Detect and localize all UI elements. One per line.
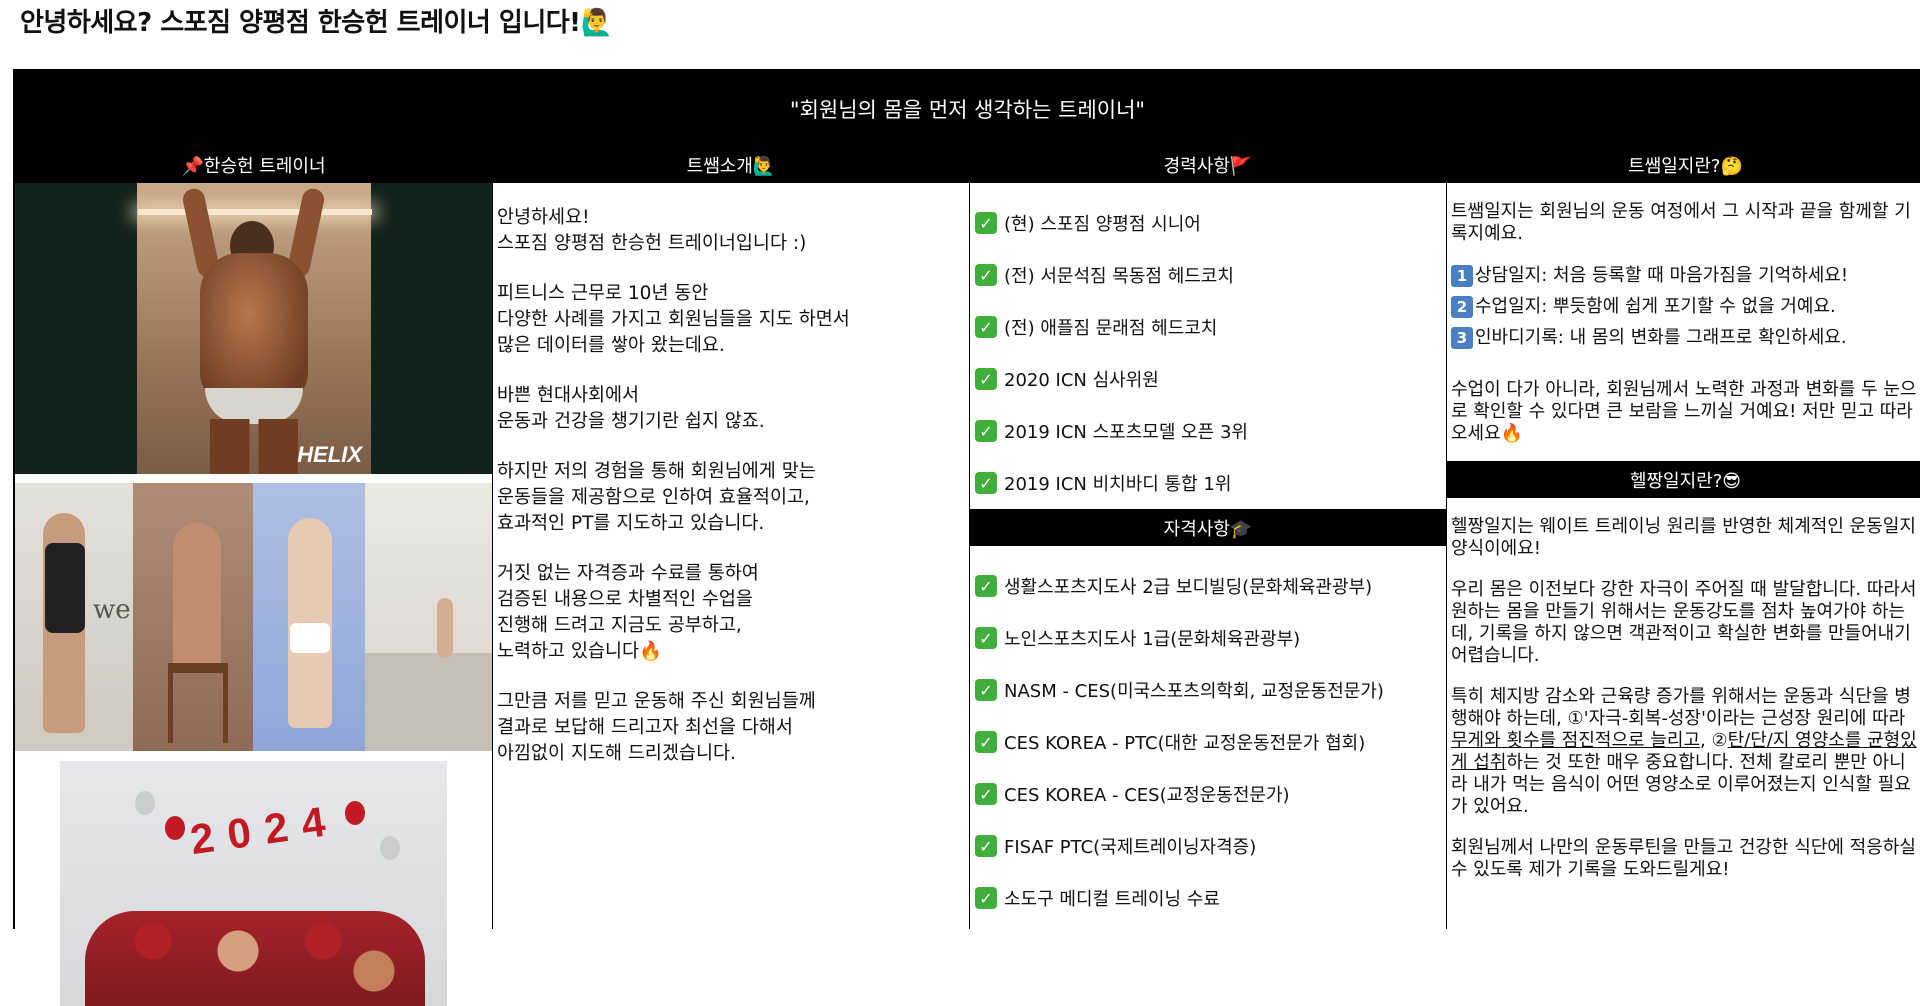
- health-journal-p2: 우리 몸은 이전보다 강한 자극이 주어질 때 발달합니다. 따라서 원하는 몸…: [1451, 579, 1917, 666]
- journal-item: 2 수업일지: 뿌듯함에 쉽게 포기할 수 없을 거예요.: [1451, 296, 1919, 318]
- certificates-list: ✓ 생활스포츠지도사 2급 보디빌딩(문화체육관광부) ✓ 노인스포츠지도사 1급(문…: [970, 546, 1446, 924]
- client-photos: we: [15, 483, 492, 751]
- certificate-item: ✓ CES KOREA - PTC(대한 교정운동전문가 협회): [975, 716, 1446, 768]
- certificate-item: ✓ NASM - CES(미국스포츠의학회, 교정운동전문가): [975, 664, 1446, 716]
- health-journal-p1: 헬짱일지는 웨이트 트레이닝 원리를 반영한 체계적인 운동일지 양식이에요!: [1451, 516, 1916, 559]
- intro-paragraph: 피트니스 근무로 10년 동안 다양한 사례를 가지고 회원님들을 지도 하면서 많…: [497, 283, 850, 356]
- journal-column: 트쌤일지란?🤔 트쌤일지는 회원님의 운동 여정에서 그 시작과 끝을 함께할 …: [1446, 146, 1920, 929]
- trainer-journal-header: 트쌤일지란?🤔: [1447, 146, 1920, 183]
- check-icon: ✓: [975, 679, 997, 701]
- journal-item: 1 상담일지: 처음 등록할 때 마음가짐을 기억하세요!: [1451, 265, 1919, 287]
- check-icon: ✓: [975, 472, 997, 494]
- trainer-photo-column: 📌한승헌 트레이너 HELIX we 2024: [15, 146, 492, 1006]
- career-item: ✓ (전) 서문석짐 목동점 헤드코치: [975, 249, 1446, 301]
- career-item: ✓ 2019 ICN 스포츠모델 오픈 3위: [975, 405, 1446, 457]
- number-badge-icon: 2: [1451, 296, 1473, 318]
- motto-banner: "회원님의 몸을 먼저 생각하는 트레이너": [15, 71, 1920, 146]
- health-journal-p3: 특히 체지방 감소와 근육량 증가를 위해서는 운동과 식단을 병행해야 하는데…: [1451, 686, 1917, 817]
- certificates-header: 자격사항🎓: [970, 509, 1446, 546]
- career-item: ✓ (전) 애플짐 문래점 헤드코치: [975, 301, 1446, 353]
- group-photo: 2024: [15, 761, 492, 1006]
- intro-paragraph: 거짓 없는 자격증과 수료를 통하여 검증된 내용으로 차별적인 수업을 진행해 드…: [497, 563, 759, 662]
- journal-intro: 트쌤일지는 회원님의 운동 여정에서 그 시작과 끝을 함께할 기록지예요.: [1451, 201, 1911, 244]
- certificate-item: ✓ FISAF PTC(국제트레이닝자격증): [975, 820, 1446, 872]
- number-badge-icon: 1: [1451, 265, 1473, 287]
- health-journal-header: 헬짱일지란?😎: [1447, 461, 1920, 498]
- intro-column: 트쌤소개🙋‍♂️ 안녕하세요! 스포짐 양평점 한승헌 트레이너입니다 :) 피트니…: [492, 146, 969, 929]
- career-header: 경력사항🚩: [970, 146, 1446, 183]
- intro-text: 안녕하세요! 스포짐 양평점 한승헌 트레이너입니다 :) 피트니스 근무로 10년…: [493, 183, 969, 767]
- health-journal-p4: 회원님께서 나만의 운동루틴을 만들고 건강한 식단에 적응하실 수 있도록 제…: [1451, 837, 1916, 880]
- certificate-item: ✓ 소도구 메디컬 트레이닝 수료: [975, 872, 1446, 924]
- check-icon: ✓: [975, 368, 997, 390]
- career-item: ✓ (현) 스포짐 양평점 시니어: [975, 197, 1446, 249]
- check-icon: ✓: [975, 420, 997, 442]
- check-icon: ✓: [975, 264, 997, 286]
- check-icon: ✓: [975, 627, 997, 649]
- intro-paragraph: 안녕하세요! 스포짐 양평점 한승헌 트레이너입니다 :): [497, 207, 807, 254]
- check-icon: ✓: [975, 316, 997, 338]
- check-icon: ✓: [975, 731, 997, 753]
- check-icon: ✓: [975, 212, 997, 234]
- journal-item: 3 인바디기록: 내 몸의 변화를 그래프로 확인하세요.: [1451, 327, 1919, 349]
- intro-paragraph: 그만큼 저를 믿고 운동해 주신 회원님들께 결과로 보답해 드리고자 최선을 다…: [497, 691, 816, 764]
- profile-board: "회원님의 몸을 먼저 생각하는 트레이너" 📌한승헌 트레이너 HELIX w…: [13, 69, 1920, 1006]
- helix-logo: HELIX: [297, 442, 362, 467]
- certificate-item: ✓ CES KOREA - CES(교정운동전문가): [975, 768, 1446, 820]
- check-icon: ✓: [975, 783, 997, 805]
- check-icon: ✓: [975, 887, 997, 909]
- trainer-name-header: 📌한승헌 트레이너: [15, 146, 492, 183]
- intro-paragraph: 바쁜 현대사회에서 운동과 건강을 챙기기란 쉽지 않죠.: [497, 385, 765, 432]
- certificate-item: ✓ 생활스포츠지도사 2급 보디빌딩(문화체육관광부): [975, 560, 1446, 612]
- career-column: 경력사항🚩 ✓ (현) 스포짐 양평점 시니어 ✓ (전) 서문석짐 목동점 헤드코치…: [969, 146, 1446, 929]
- career-list: ✓ (현) 스포짐 양평점 시니어 ✓ (전) 서문석짐 목동점 헤드코치 ✓ (전) 애…: [970, 183, 1446, 509]
- number-badge-icon: 3: [1451, 327, 1473, 349]
- check-icon: ✓: [975, 835, 997, 857]
- page-title: 안녕하세요? 스포짐 양평점 한승헌 트레이너 입니다!🙋‍♂️: [20, 8, 613, 38]
- health-journal-text: 헬짱일지는 웨이트 트레이닝 원리를 반영한 체계적인 운동일지 양식이에요! …: [1447, 498, 1920, 881]
- certificate-item: ✓ 노인스포츠지도사 1급(문화체육관광부): [975, 612, 1446, 664]
- intro-header: 트쌤소개🙋‍♂️: [493, 146, 969, 183]
- trainer-photo: HELIX: [15, 183, 492, 474]
- journal-outro: 수업이 다가 아니라, 회원님께서 노력한 과정과 변화를 두 눈으로 확인할 …: [1451, 379, 1917, 444]
- intro-paragraph: 하지만 저의 경험을 통해 회원님에게 맞는 운동들을 제공함으로 인하여 효율적…: [497, 461, 816, 534]
- we-overlay-text: we: [93, 595, 131, 625]
- career-item: ✓ 2019 ICN 비치바디 통합 1위: [975, 457, 1446, 509]
- trainer-journal-text: 트쌤일지는 회원님의 운동 여정에서 그 시작과 끝을 함께할 기록지예요. 1…: [1447, 183, 1920, 445]
- career-item: ✓ 2020 ICN 심사위원: [975, 353, 1446, 405]
- check-icon: ✓: [975, 575, 997, 597]
